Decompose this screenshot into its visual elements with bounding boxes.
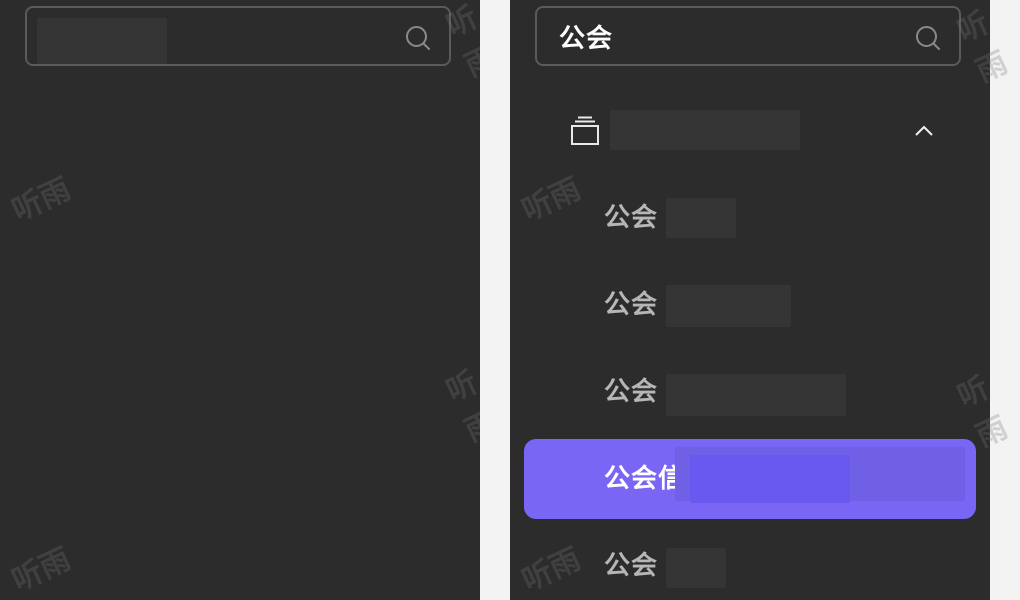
- redacted-text: [666, 285, 791, 327]
- chevron-up-icon[interactable]: [913, 120, 935, 142]
- tree-item-label: 公会: [604, 203, 659, 233]
- tree-item-label: 公会: [604, 377, 659, 407]
- folder-icon: [571, 116, 599, 145]
- redacted-text: [666, 374, 846, 416]
- redacted-text: [666, 198, 736, 238]
- tree-item[interactable]: 公会: [524, 265, 976, 345]
- tree-item[interactable]: 公会: [524, 352, 976, 432]
- tree-item-label: 公会: [604, 290, 659, 320]
- search-box[interactable]: [25, 6, 451, 66]
- right-panel: 公会 公会 公会 公会 公会信 公会 听雨 听雨: [510, 0, 990, 600]
- watermark: 听雨: [6, 171, 77, 229]
- tree-item-label: 公会信: [604, 464, 686, 494]
- tree-item-label: 公会: [604, 551, 659, 581]
- tree-item[interactable]: 公会: [524, 526, 976, 600]
- tree-group-header[interactable]: [570, 108, 950, 154]
- watermark: 听雨: [441, 365, 480, 450]
- search-input[interactable]: 公会: [559, 8, 889, 64]
- redacted-text: [690, 455, 850, 503]
- search-icon[interactable]: [405, 25, 431, 51]
- search-box[interactable]: 公会: [535, 6, 961, 66]
- tree-item[interactable]: 公会: [524, 178, 976, 258]
- tree-item-selected[interactable]: 公会信: [524, 439, 976, 519]
- redacted-text: [610, 110, 800, 150]
- redacted-text: [37, 18, 167, 64]
- watermark: 听雨: [6, 541, 77, 599]
- redacted-text: [666, 548, 726, 588]
- left-panel: 听雨 听雨 听雨 听雨: [0, 0, 480, 600]
- search-icon[interactable]: [915, 25, 941, 51]
